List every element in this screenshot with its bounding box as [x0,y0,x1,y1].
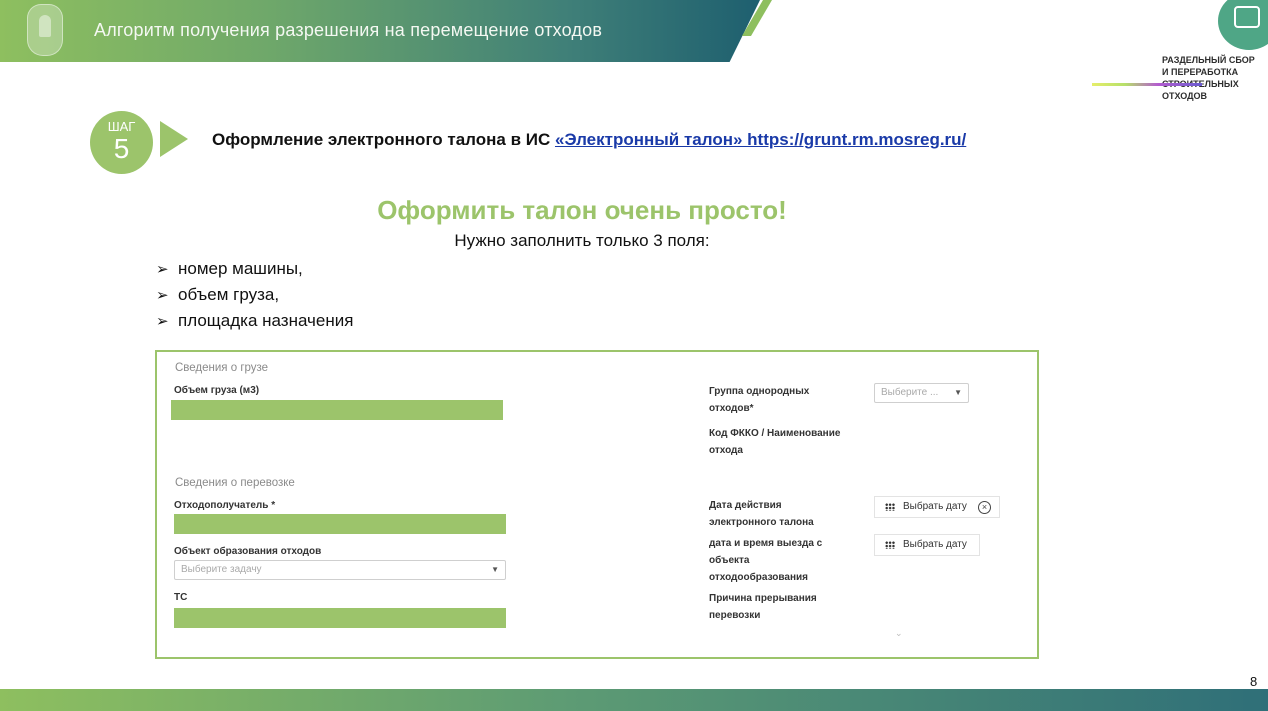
calendar-icon [885,541,895,549]
volume-field[interactable] [171,400,503,420]
valid-date-button-label: Выбрать дату [903,501,967,512]
recipient-label: Отходополучатель * [174,500,276,511]
list-item: ➢ номер машины, [156,256,353,282]
step-description: Оформление электронного талона в ИС «Эле… [212,130,966,150]
logo-icon [1218,0,1268,50]
arrow-bullet-icon: ➢ [156,313,169,330]
footer-bar [0,689,1268,711]
logo-color-line [1092,83,1202,86]
transport-section-title: Сведения о перевозке [175,477,295,489]
list-item-text: площадка назначения [178,311,354,330]
object-select[interactable]: Выберите задачу ▼ [174,560,506,580]
step-arrow-icon [160,121,188,157]
form-screenshot: Сведения о грузе Объем груза (м3) Сведен… [155,350,1039,659]
step-number: 5 [113,133,130,164]
headline-text: Оформить талон очень просто! [377,195,787,225]
subline-text: Нужно заполнить только 3 поля: [454,231,710,250]
calendar-icon [885,503,895,511]
subline: Нужно заполнить только 3 поля: [0,231,1268,251]
vehicle-label: ТС [174,592,188,603]
list-item-text: объем груза, [178,285,280,304]
list-item-text: номер машины, [178,259,303,278]
service-link[interactable]: «Электронный талон» https://grunt.rm.mos… [555,130,966,149]
step-word: ШАГ [107,119,136,134]
departure-date-button[interactable]: Выбрать дату [874,534,980,556]
clear-icon[interactable]: × [978,501,991,514]
page-number: 8 [1250,674,1258,689]
fkko-label: Код ФККО / Наименование отхода [709,428,841,456]
valid-date-label: Дата действия электронного талона [709,500,814,528]
volume-label: Объем груза (м3) [174,385,260,396]
chevron-down-icon: ▼ [491,565,499,574]
recipient-field[interactable] [174,514,506,534]
required-fields-list: ➢ номер машины, ➢ объем груза, ➢ площадка н… [156,256,353,334]
headline: Оформить талон очень просто! [0,195,1268,226]
logo-line-2: И ПЕРЕРАБОТКА [1162,67,1239,77]
chevron-down-icon: ▼ [954,388,962,397]
coat-of-arms-icon [27,4,63,56]
cargo-section-title: Сведения о грузе [175,362,269,374]
vehicle-field[interactable] [174,608,506,628]
departure-button-label: Выбрать дату [903,539,967,550]
logo-text: РАЗДЕЛЬНЫЙ СБОР И ПЕРЕРАБОТКА СТРОИТЕЛЬН… [1162,54,1262,102]
interrupt-label: Причина прерывания перевозки [709,593,817,621]
valid-date-button[interactable]: Выбрать дату × [874,496,1000,518]
departure-label: дата и время выезда с объекта отходообра… [709,538,823,583]
step-text: Оформление электронного талона в ИС [212,130,555,149]
waste-group-placeholder: Выберите ... [881,387,939,398]
header-title: Алгоритм получения разрешения на перемещ… [94,20,603,40]
object-label: Объект образования отходов [174,546,322,557]
arrow-bullet-icon: ➢ [156,287,169,304]
list-item: ➢ объем груза, [156,282,353,308]
logo-line-4: ОТХОДОВ [1162,91,1208,101]
waste-group-label: Группа однородных отходов* [709,386,810,414]
step-badge: ШАГ 5 [90,111,153,174]
object-select-placeholder: Выберите задачу [181,564,262,575]
logo-line-1: РАЗДЕЛЬНЫЙ СБОР [1162,55,1255,65]
chevron-down-icon[interactable]: ⌄ [895,628,903,639]
arrow-bullet-icon: ➢ [156,261,169,278]
list-item: ➢ площадка назначения [156,308,353,334]
waste-group-select[interactable]: Выберите ... ▼ [874,383,969,403]
